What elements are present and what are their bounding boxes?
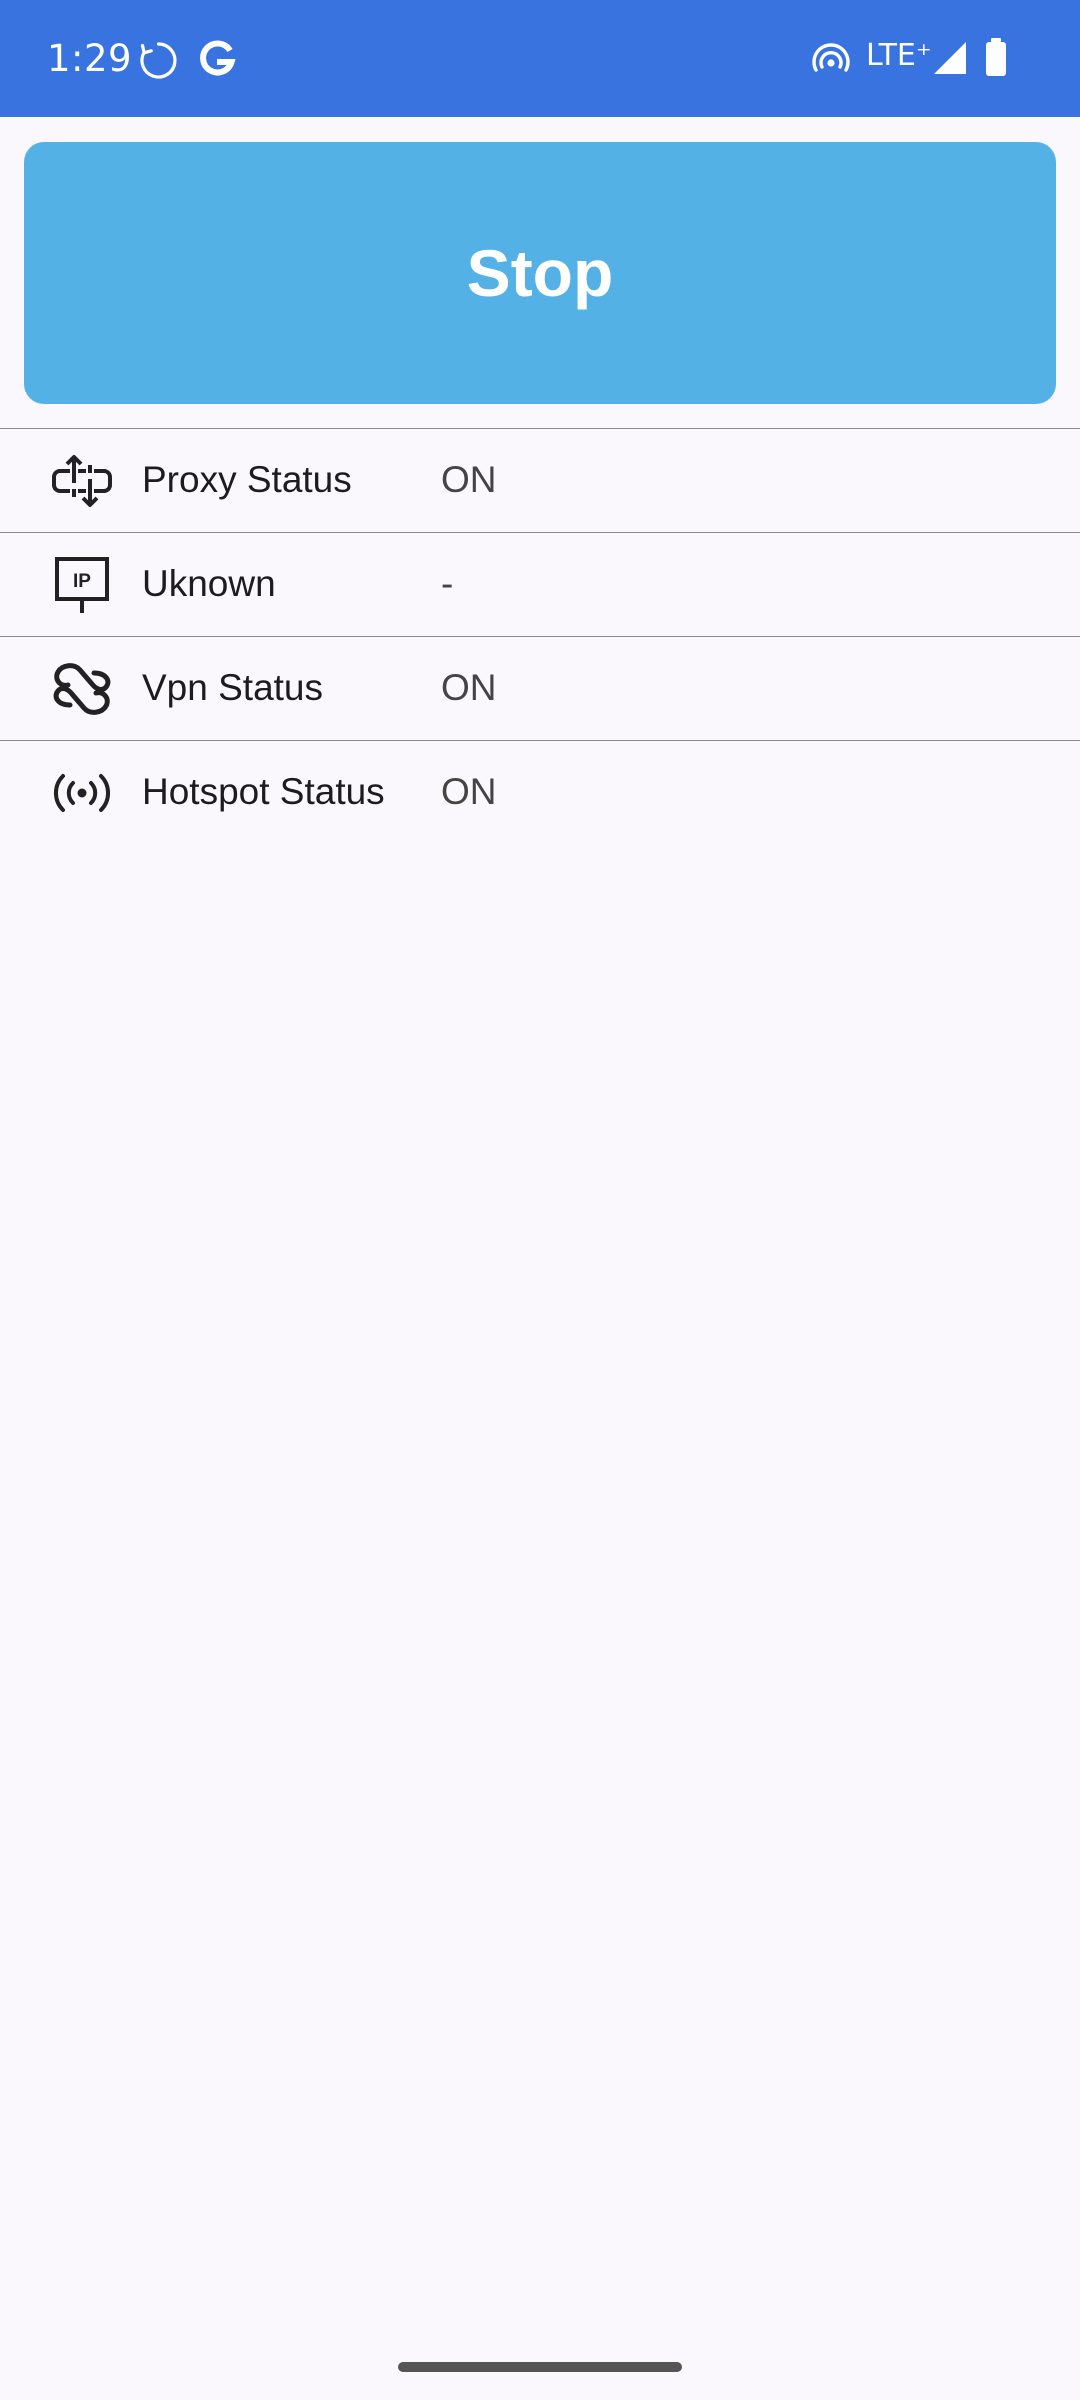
signal-icon (932, 40, 968, 76)
status-bar: 1:29 LTE⁺ (0, 0, 1080, 117)
vpn-icon (50, 661, 114, 717)
status-row-ip: IP Uknown - (0, 532, 1080, 636)
proxy-icon (50, 453, 114, 509)
ip-icon: IP (50, 557, 114, 613)
row-label: Uknown (142, 563, 276, 604)
row-value: ON (441, 667, 497, 708)
row-value: ON (441, 771, 497, 812)
gesture-nav-handle[interactable] (398, 2362, 682, 2372)
stop-button-label: Stop (466, 236, 614, 310)
hotspot-icon (811, 42, 851, 76)
status-row-hotspot: Hotspot Status ON (0, 740, 1080, 844)
sync-icon (138, 40, 179, 81)
network-type-label: LTE⁺ (866, 38, 932, 73)
battery-icon (985, 38, 1007, 76)
row-label: Hotspot Status (142, 771, 385, 812)
google-g-icon (198, 40, 236, 80)
svg-text:IP: IP (73, 571, 91, 592)
row-value: ON (441, 459, 497, 500)
status-time: 1:29 (47, 37, 133, 80)
status-list: Proxy Status ON IP Uknown - Vpn Status O… (0, 428, 1080, 844)
hotspot-icon (50, 765, 114, 821)
row-value: - (441, 563, 454, 604)
status-row-vpn: Vpn Status ON (0, 636, 1080, 740)
row-label: Proxy Status (142, 459, 352, 500)
status-row-proxy: Proxy Status ON (0, 428, 1080, 532)
row-label: Vpn Status (142, 667, 324, 708)
stop-button[interactable]: Stop (24, 142, 1056, 404)
